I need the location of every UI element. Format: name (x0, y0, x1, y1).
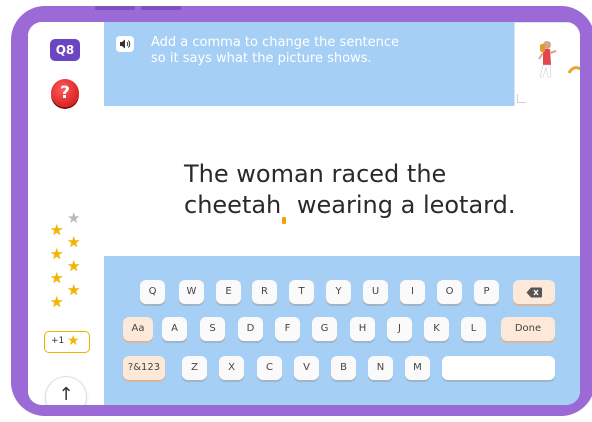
key-t[interactable]: T (289, 280, 314, 304)
picture-corner (517, 94, 526, 103)
instruction-panel: Add a comma to change the sentence so it… (104, 22, 580, 108)
numbers-symbols-key[interactable]: ?&123 (123, 356, 165, 380)
sentence-word-cheetah: cheetah (184, 191, 282, 219)
key-n[interactable]: N (368, 356, 393, 380)
star-empty-icon: ★ (67, 209, 81, 227)
app-screen: Q8 ? ★ ★ ★ ★ ★ ★ ★ ★ +1 ★ ↑ Add a comma (28, 22, 580, 405)
bonus-label: +1 (51, 336, 65, 346)
key-z[interactable]: Z (182, 356, 207, 380)
question-number-badge: Q8 (50, 39, 80, 61)
key-g[interactable]: G (312, 317, 337, 341)
key-l[interactable]: L (461, 317, 486, 341)
star-icon: ★ (50, 221, 64, 239)
help-button[interactable]: ? (51, 79, 79, 107)
key-x[interactable]: X (219, 356, 244, 380)
key-j[interactable]: J (387, 317, 412, 341)
key-s[interactable]: S (200, 317, 225, 341)
key-a[interactable]: A (162, 317, 187, 341)
key-o[interactable]: O (437, 280, 462, 304)
sentence-line-2: cheetah wearing a leotard. (184, 191, 516, 224)
key-h[interactable]: H (350, 317, 375, 341)
key-u[interactable]: U (363, 280, 388, 304)
key-i[interactable]: I (400, 280, 425, 304)
sentence-line-1: The woman raced the (184, 160, 447, 188)
speaker-glyph (120, 39, 131, 49)
key-y[interactable]: Y (326, 280, 351, 304)
bonus-star-badge: +1 ★ (44, 331, 90, 353)
on-screen-keyboard: Q W E R T Y U I O P Aa A S D F G H J K L… (104, 256, 580, 405)
instruction-text: Add a comma to change the sentence so it… (151, 35, 431, 67)
key-f[interactable]: F (275, 317, 300, 341)
star-icon: ★ (67, 281, 81, 299)
space-bar[interactable] (442, 356, 555, 380)
key-c[interactable]: C (257, 356, 282, 380)
key-v[interactable]: V (294, 356, 319, 380)
star-icon: ★ (50, 245, 64, 263)
star-icon: ★ (67, 333, 80, 349)
frame-notch (95, 6, 135, 10)
key-b[interactable]: B (331, 356, 356, 380)
speaker-icon[interactable] (116, 36, 134, 52)
key-p[interactable]: P (474, 280, 499, 304)
instruction-line-1: Add a comma to change the sentence (151, 35, 400, 50)
sentence-area: The woman raced the cheetah wearing a le… (104, 106, 580, 256)
key-w[interactable]: W (179, 280, 204, 304)
backspace-icon (526, 287, 542, 298)
key-r[interactable]: R (252, 280, 277, 304)
scroll-up-button[interactable]: ↑ (46, 377, 86, 405)
frame-notch (141, 6, 181, 10)
star-icon: ★ (67, 233, 81, 251)
instruction-line-2: so it says what the picture shows. (151, 51, 372, 66)
star-icon: ★ (50, 293, 64, 311)
key-d[interactable]: D (238, 317, 263, 341)
key-q[interactable]: Q (140, 280, 165, 304)
star-icon: ★ (67, 257, 81, 275)
sidebar: Q8 ? ★ ★ ★ ★ ★ ★ ★ ★ +1 ★ ↑ (28, 22, 105, 405)
key-k[interactable]: K (424, 317, 449, 341)
star-icon: ★ (50, 269, 64, 287)
backspace-key[interactable] (513, 280, 555, 304)
done-button[interactable]: Done (501, 317, 555, 341)
sentence-rest: wearing a leotard. (289, 191, 516, 219)
case-toggle-key[interactable]: Aa (123, 317, 153, 341)
key-m[interactable]: M (405, 356, 430, 380)
key-e[interactable]: E (216, 280, 241, 304)
picture-card[interactable] (514, 22, 580, 108)
